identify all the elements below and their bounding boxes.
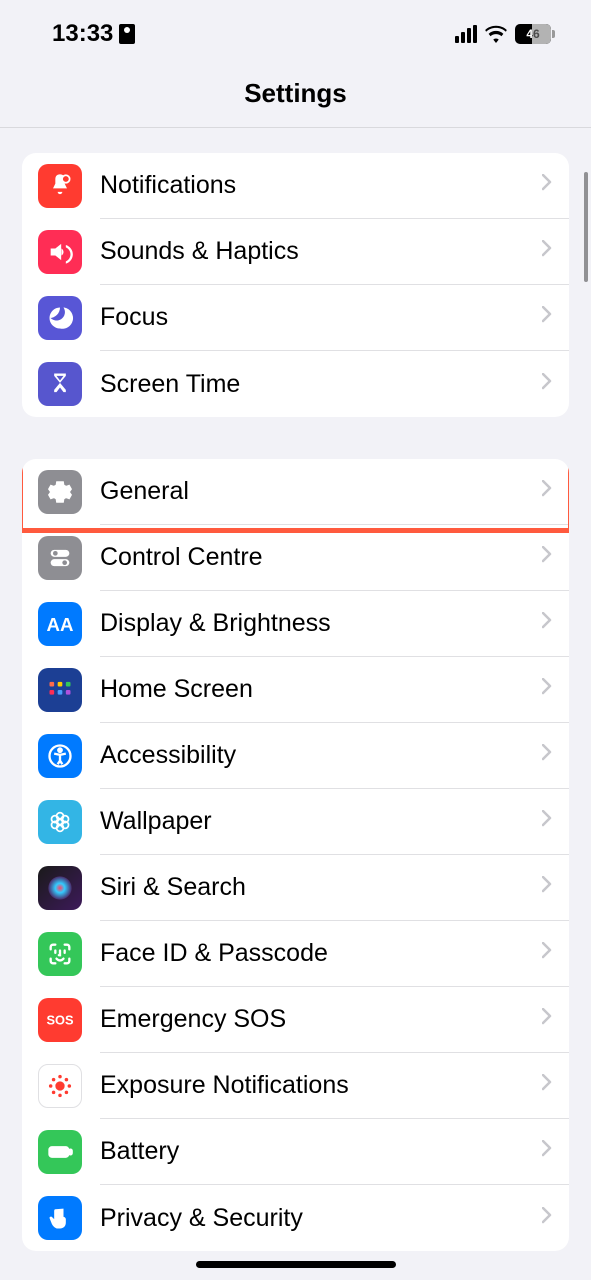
status-right: 46	[455, 24, 555, 44]
chevron-right-icon	[542, 1074, 553, 1097]
chevron-right-icon	[542, 1140, 553, 1163]
settings-row-control[interactable]: Control Centre	[22, 525, 569, 591]
accessibility-icon	[38, 734, 82, 778]
chevron-right-icon	[542, 373, 553, 396]
wallpaper-icon	[38, 800, 82, 844]
settings-row-label: Exposure Notifications	[100, 1071, 349, 1100]
settings-row-label: Accessibility	[100, 741, 236, 770]
chevron-right-icon	[542, 744, 553, 767]
chevron-right-icon	[542, 174, 553, 197]
chevron-right-icon	[542, 612, 553, 635]
home-indicator[interactable]	[196, 1261, 396, 1268]
time: 13:33	[52, 20, 113, 48]
general-icon	[38, 470, 82, 514]
settings-row-label: Privacy & Security	[100, 1204, 303, 1233]
settings-row-display[interactable]: AA Display & Brightness	[22, 591, 569, 657]
battery-icon	[38, 1130, 82, 1174]
settings-row-label: Wallpaper	[100, 807, 212, 836]
screentime-icon	[38, 362, 82, 406]
chevron-right-icon	[542, 480, 553, 503]
chevron-right-icon	[542, 1207, 553, 1230]
battery-indicator: 46	[515, 24, 555, 44]
settings-row-screentime[interactable]: Screen Time	[22, 351, 569, 417]
settings-row-siri[interactable]: Siri & Search	[22, 855, 569, 921]
siri-icon	[38, 866, 82, 910]
focus-icon	[38, 296, 82, 340]
sounds-icon	[38, 230, 82, 274]
settings-section: General Control Centre AA Display & Brightn…	[22, 459, 569, 1251]
settings-list[interactable]: Notifications Sounds & Haptics Focus Screen…	[0, 153, 591, 1251]
page-header: Settings	[0, 60, 591, 128]
settings-row-faceid[interactable]: Face ID & Passcode	[22, 921, 569, 987]
settings-row-label: Control Centre	[100, 543, 263, 572]
settings-row-label: Screen Time	[100, 370, 240, 399]
settings-row-label: Emergency SOS	[100, 1005, 286, 1034]
status-left: 13:33	[52, 20, 135, 48]
svg-text:SOS: SOS	[46, 1013, 74, 1028]
settings-row-label: Focus	[100, 303, 168, 332]
chevron-right-icon	[542, 240, 553, 263]
battery-level: 46	[526, 27, 539, 41]
chevron-right-icon	[542, 546, 553, 569]
status-bar: 13:33 46	[0, 0, 591, 60]
settings-row-label: Sounds & Haptics	[100, 237, 299, 266]
exposure-icon	[38, 1064, 82, 1108]
cellular-signal-icon	[455, 25, 477, 43]
settings-row-sounds[interactable]: Sounds & Haptics	[22, 219, 569, 285]
settings-row-accessibility[interactable]: Accessibility	[22, 723, 569, 789]
settings-row-general[interactable]: General	[22, 459, 569, 525]
notifications-icon	[38, 164, 82, 208]
settings-row-label: Face ID & Passcode	[100, 939, 328, 968]
homescreen-icon	[38, 668, 82, 712]
control-icon	[38, 536, 82, 580]
chevron-right-icon	[542, 876, 553, 899]
page-title: Settings	[0, 78, 591, 109]
settings-row-label: Display & Brightness	[100, 609, 331, 638]
faceid-icon	[38, 932, 82, 976]
settings-row-label: Notifications	[100, 171, 236, 200]
sim-card-icon	[119, 24, 135, 44]
wifi-icon	[485, 25, 507, 43]
settings-row-label: Home Screen	[100, 675, 253, 704]
settings-row-notifications[interactable]: Notifications	[22, 153, 569, 219]
settings-row-sos[interactable]: SOS Emergency SOS	[22, 987, 569, 1053]
svg-text:AA: AA	[47, 614, 74, 635]
chevron-right-icon	[542, 810, 553, 833]
settings-section: Notifications Sounds & Haptics Focus Screen…	[22, 153, 569, 417]
chevron-right-icon	[542, 1008, 553, 1031]
scroll-indicator[interactable]	[584, 172, 588, 282]
settings-row-focus[interactable]: Focus	[22, 285, 569, 351]
settings-row-label: General	[100, 477, 189, 506]
settings-row-wallpaper[interactable]: Wallpaper	[22, 789, 569, 855]
chevron-right-icon	[542, 306, 553, 329]
settings-row-exposure[interactable]: Exposure Notifications	[22, 1053, 569, 1119]
chevron-right-icon	[542, 678, 553, 701]
settings-row-label: Siri & Search	[100, 873, 246, 902]
chevron-right-icon	[542, 942, 553, 965]
settings-row-label: Battery	[100, 1137, 179, 1166]
settings-row-homescreen[interactable]: Home Screen	[22, 657, 569, 723]
settings-row-battery[interactable]: Battery	[22, 1119, 569, 1185]
sos-icon: SOS	[38, 998, 82, 1042]
privacy-icon	[38, 1196, 82, 1240]
display-icon: AA	[38, 602, 82, 646]
settings-row-privacy[interactable]: Privacy & Security	[22, 1185, 569, 1251]
